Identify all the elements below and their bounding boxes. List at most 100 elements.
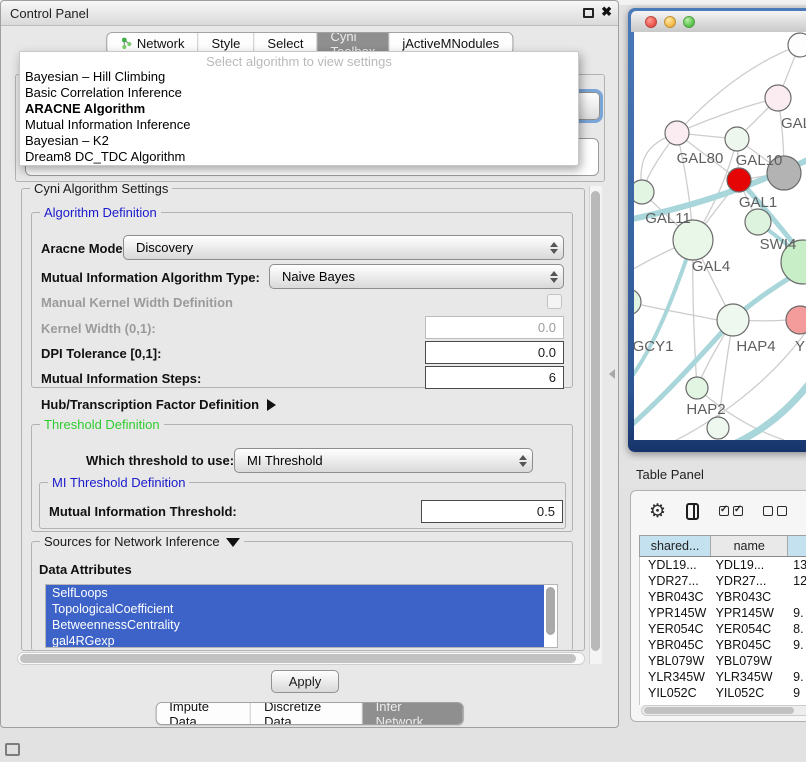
cell: YBR045C: [712, 637, 790, 653]
close-traffic-light-icon[interactable]: [645, 16, 657, 28]
dpi-tolerance-field[interactable]: 0.0: [425, 341, 564, 364]
select-all-icon[interactable]: [719, 506, 743, 516]
network-node-swi4[interactable]: [745, 209, 771, 235]
mi-algorithm-type-combobox[interactable]: Naive Bayes: [269, 264, 564, 289]
manual-kernel-width-checkbox[interactable]: [547, 294, 562, 309]
table-header-row: shared... name: [639, 535, 806, 557]
network-node-gal11[interactable]: [634, 180, 654, 204]
cell: YLR345W: [640, 669, 712, 685]
data-attributes-list[interactable]: SelfLoops TopologicalCoefficient Between…: [45, 584, 558, 648]
table-row[interactable]: YBR045C YBR045C 9.: [640, 637, 806, 653]
cell: YBR043C: [712, 589, 790, 605]
hub-definition-expander[interactable]: Hub/Transcription Factor Definition: [41, 397, 276, 412]
cell: 9.: [789, 605, 806, 621]
minimize-traffic-light-icon[interactable]: [664, 16, 676, 28]
cell: YIL052C: [712, 685, 790, 701]
attribute-item[interactable]: gal4RGexp: [46, 633, 544, 648]
network-window-titlebar[interactable]: [631, 11, 806, 32]
float-panel-icon[interactable]: [583, 8, 594, 18]
splitpane-collapse-arrow[interactable]: [609, 369, 615, 379]
column-header-name[interactable]: name: [711, 536, 788, 556]
table-row[interactable]: YIL052C YIL052C 9: [640, 685, 806, 701]
table-row[interactable]: YDL19... YDL19... 13: [640, 557, 806, 573]
cell: YDL19...: [640, 557, 712, 573]
table-horizontal-scrollbar-thumb[interactable]: [644, 707, 794, 714]
tab-jactivemnodules-label: jActiveMNodules: [402, 36, 499, 51]
cell: YLR345W: [712, 669, 790, 685]
network-node-gal10[interactable]: [725, 127, 749, 151]
kernel-width-label: Kernel Width (0,1):: [41, 321, 156, 336]
dropdown-option[interactable]: Bayesian – K2: [20, 133, 578, 149]
dropdown-option-selected[interactable]: ARACNE Algorithm: [20, 101, 578, 117]
cell: YBR045C: [640, 637, 712, 653]
algorithm-definition-title: Algorithm Definition: [40, 205, 161, 220]
table-body[interactable]: YDL19... YDL19... 13 YDR27... YDR27... 1…: [639, 557, 806, 705]
control-panel-title: Control Panel: [10, 6, 89, 21]
aracne-mode-combobox[interactable]: Discovery: [123, 235, 564, 260]
network-node-gcy1[interactable]: [634, 289, 641, 315]
deselect-all-icon[interactable]: [763, 506, 787, 516]
cell: YDR27...: [640, 573, 712, 589]
which-threshold-value: MI Threshold: [235, 453, 514, 468]
table-row[interactable]: YLR345W YLR345W 9.: [640, 669, 806, 685]
node-label: GAL10: [736, 152, 783, 169]
which-threshold-label: Which threshold to use:: [86, 453, 234, 468]
table-horizontal-scrollbar[interactable]: [641, 705, 806, 716]
which-threshold-combobox[interactable]: MI Threshold: [234, 448, 533, 473]
gear-icon[interactable]: ⚙: [649, 502, 666, 521]
mi-steps-field[interactable]: 6: [425, 366, 564, 389]
dropdown-option[interactable]: Basic Correlation Inference: [20, 85, 578, 101]
column-header-cut[interactable]: [788, 536, 806, 556]
mi-threshold-field[interactable]: 0.5: [421, 500, 563, 523]
table-row[interactable]: YBR043C YBR043C: [640, 589, 806, 605]
node-label: HAP4: [736, 338, 775, 355]
dock-panel-icon[interactable]: [5, 743, 20, 756]
attribute-item[interactable]: BetweennessCentrality: [46, 617, 544, 633]
tab-select-label: Select: [267, 36, 303, 51]
attribute-item[interactable]: SelfLoops: [46, 585, 544, 601]
settings-horizontal-scrollbar-thumb[interactable]: [20, 654, 576, 663]
collapse-down-icon[interactable]: [226, 538, 240, 547]
dropdown-option[interactable]: Mutual Information Inference: [20, 117, 578, 133]
attribute-list-scrollbar-thumb[interactable]: [546, 587, 555, 635]
table-panel-title: Table Panel: [636, 467, 704, 482]
mi-threshold-label: Mutual Information Threshold:: [49, 504, 237, 519]
network-node[interactable]: [765, 85, 791, 111]
column-layout-icon[interactable]: [686, 503, 699, 520]
table-row[interactable]: YER054C YER054C 8.: [640, 621, 806, 637]
settings-horizontal-scrollbar[interactable]: [17, 652, 585, 665]
tab-discretize-data[interactable]: Discretize Data: [251, 703, 362, 724]
cell: [789, 653, 806, 669]
tab-infer-network[interactable]: Infer Network: [363, 703, 463, 724]
tab-impute-data[interactable]: Impute Data: [156, 703, 251, 724]
settings-vertical-scrollbar-thumb[interactable]: [591, 191, 600, 651]
node-label: GAL: [781, 115, 806, 132]
kernel-width-field[interactable]: 0.0: [425, 316, 564, 339]
table-row[interactable]: YPR145W YPR145W 9.: [640, 605, 806, 621]
cell: 9: [789, 685, 806, 701]
network-node[interactable]: [788, 33, 806, 57]
dropdown-option[interactable]: Dream8 DC_TDC Algorithm: [20, 149, 578, 165]
network-node[interactable]: [786, 306, 806, 334]
network-canvas[interactable]: GAL GAL80 GAL10 GAL1 GAL11 SWI4 GAL4 GCY…: [634, 32, 806, 440]
network-node[interactable]: [707, 417, 729, 439]
network-node-gal1[interactable]: [727, 168, 751, 192]
attribute-item[interactable]: TopologicalCoefficient: [46, 601, 544, 617]
mi-threshold-definition-title: MI Threshold Definition: [48, 475, 189, 490]
zoom-traffic-light-icon[interactable]: [683, 16, 695, 28]
dropdown-option[interactable]: Bayesian – Hill Climbing: [20, 69, 578, 85]
close-icon[interactable]: ✖: [601, 4, 612, 20]
table-row[interactable]: YBL079W YBL079W: [640, 653, 806, 669]
cell: YIL052C: [640, 685, 712, 701]
spinner-arrows-icon: [545, 242, 563, 254]
node-label: GAL80: [677, 150, 724, 167]
network-node-hap4[interactable]: [717, 304, 749, 336]
column-header-shared[interactable]: shared...: [640, 536, 711, 556]
table-toolbar: ⚙: [631, 491, 806, 531]
network-node-hap2[interactable]: [686, 377, 708, 399]
mi-algorithm-type-value: Naive Bayes: [270, 269, 545, 284]
apply-button[interactable]: Apply: [271, 670, 339, 693]
table-row[interactable]: YDR27... YDR27... 12: [640, 573, 806, 589]
sources-title: Sources for Network Inference: [40, 534, 244, 549]
network-node-gal80[interactable]: [665, 121, 689, 145]
